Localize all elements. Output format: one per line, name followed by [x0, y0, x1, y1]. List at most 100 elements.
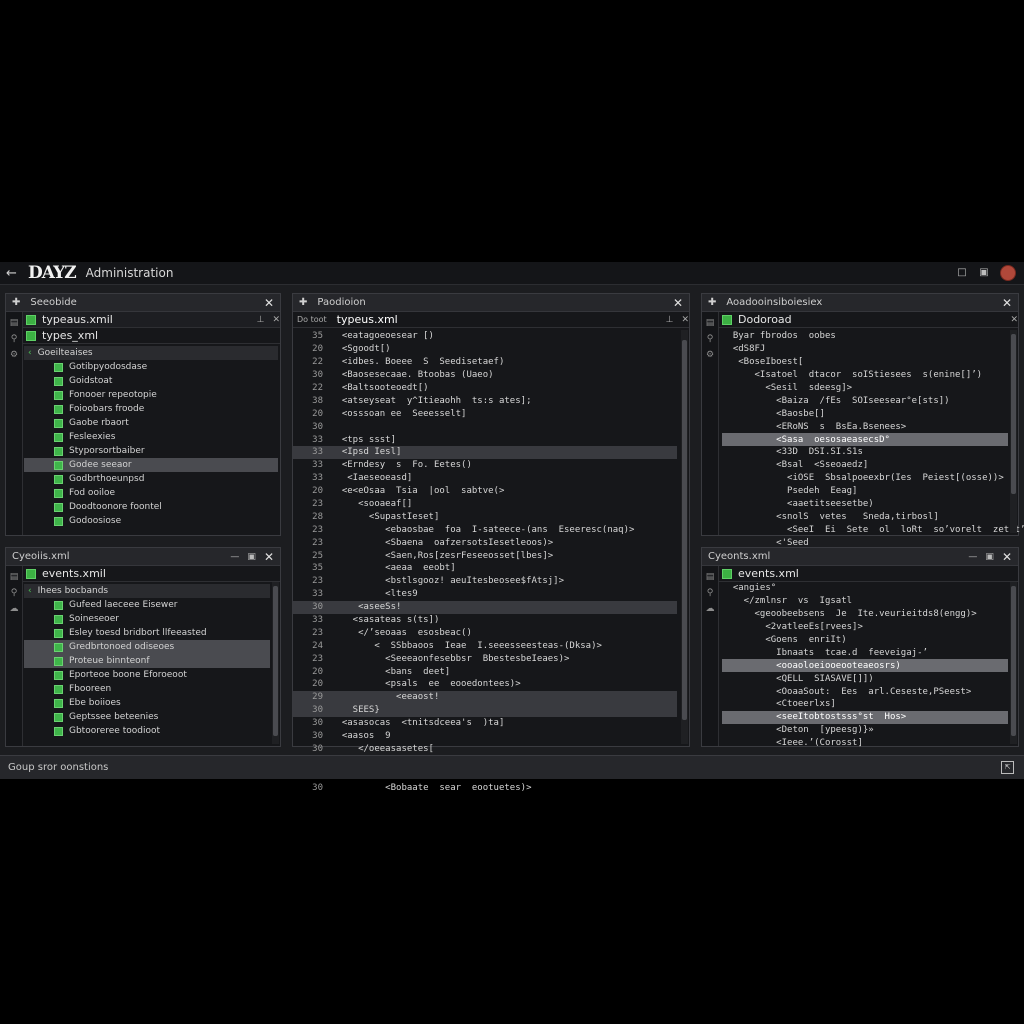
file-tab[interactable]: events.xml	[718, 566, 1018, 582]
tree-item[interactable]: Godbrthoeunpsd	[24, 472, 278, 486]
tree-item[interactable]: Godee seeaor	[24, 458, 278, 472]
tree-item[interactable]: Foioobars froode	[24, 402, 278, 416]
tab-small-label[interactable]: Do toot	[297, 315, 327, 324]
checkbox[interactable]	[54, 614, 63, 624]
close-tab-icon[interactable]: ✕	[1010, 315, 1018, 325]
tree-item[interactable]: Ebe boiioes	[24, 696, 270, 710]
scrollbar-thumb[interactable]	[1011, 334, 1016, 494]
code-line[interactable]: 20 <psals ee eooedontees)>	[293, 678, 677, 691]
file-icon[interactable]: ▤	[702, 572, 718, 582]
code-line[interactable]: 20 <osssoan ee Seeesselt]	[293, 407, 677, 420]
close-icon[interactable]: ✕	[264, 550, 274, 564]
tree-item[interactable]: Fonooer repeotopie	[24, 388, 278, 402]
xml-preview[interactable]: Byar fbrodos oobes <dS8FJ <BoseIboest[ <…	[722, 330, 1024, 562]
checkbox[interactable]	[54, 712, 63, 722]
code-line[interactable]: <dS8FJ	[722, 343, 1008, 356]
checkbox[interactable]	[54, 698, 63, 708]
tree-item[interactable]: Soineseoer	[24, 612, 270, 626]
close-icon[interactable]: ✕	[673, 296, 683, 310]
checkbox[interactable]	[54, 670, 63, 680]
code-line[interactable]: <iOSE Sbsalpoeexbr(Ies Peiest[(osse))>	[722, 472, 1008, 485]
settings-icon[interactable]: ⚙	[6, 350, 22, 360]
add-icon[interactable]: ✚	[299, 297, 307, 308]
scrollbar-thumb[interactable]	[273, 586, 278, 736]
tree-item[interactable]: Fesleexies	[24, 430, 278, 444]
checkbox[interactable]	[54, 628, 63, 638]
code-line[interactable]: <ooaoloeiooeooteaeosrs)	[722, 659, 1008, 673]
checkbox[interactable]	[54, 362, 63, 372]
code-line[interactable]: <Ctoeerlxs]	[722, 698, 1008, 711]
code-line[interactable]: <Sesil sdeesg]>	[722, 382, 1008, 395]
code-line[interactable]: 20 <bans deet]	[293, 665, 677, 678]
tree-item[interactable]: Gaobe rbaort	[24, 416, 278, 430]
tree-group-header[interactable]: ‹ Goeilteaises	[24, 346, 278, 360]
code-line[interactable]: </zmlnsr vs Igsatl	[722, 595, 1008, 608]
minimize-icon[interactable]: —	[968, 552, 977, 562]
code-line[interactable]: 30 SEES}	[293, 703, 677, 717]
code-line[interactable]: <Isatoel dtacor soIStiesees s(enine[]’)	[722, 369, 1008, 382]
code-line[interactable]: <snolS vetes Sneda,tirbosl]	[722, 510, 1008, 523]
tree-item[interactable]: Fbooreen	[24, 682, 270, 696]
code-line[interactable]: <Bsal <Sseoaedz]	[722, 459, 1008, 472]
code-line[interactable]: 23 <Seeeaonfesebbsr BbestesbeIeaes)>	[293, 652, 677, 665]
search-icon[interactable]: ⚲	[6, 334, 22, 344]
checkbox[interactable]	[54, 432, 63, 442]
tree-item[interactable]: Doodtoonore foontel	[24, 500, 278, 514]
tree-item[interactable]: Goidstoat	[24, 374, 278, 388]
code-line[interactable]: <33D DSI.SI.S1s	[722, 446, 1008, 459]
code-line[interactable]: 23 </’seoaas esosbeac()	[293, 626, 677, 639]
settings-icon[interactable]: ⚙	[702, 350, 718, 360]
code-line[interactable]: <Deton [ypeesg)}»	[722, 724, 1008, 737]
scrollbar-thumb[interactable]	[1011, 586, 1016, 736]
close-icon[interactable]: ✕	[1002, 296, 1012, 310]
code-line[interactable]: <ERoNS s BsEa.Bsenees>	[722, 420, 1008, 433]
checkbox[interactable]	[54, 600, 63, 610]
code-line[interactable]: 22 <Baltsooteoedt[)	[293, 382, 677, 395]
cloud-icon[interactable]: ☁	[702, 604, 718, 614]
tree-item[interactable]: Geptssee beteenies	[24, 710, 270, 724]
code-view[interactable]: 35 <eatagoeoesear [) 20 <Sgoodt[) 22 <idbe…	[293, 330, 677, 794]
checkbox[interactable]	[54, 418, 63, 428]
code-line[interactable]: 20 <e<eOsaa Tsia |ool sabtve(>	[293, 485, 677, 498]
code-line[interactable]: 33 <Iaeseoeasd]	[293, 472, 677, 485]
add-icon[interactable]: ✚	[708, 297, 716, 308]
code-line[interactable]: 30 </oeeasasetes[	[293, 743, 677, 756]
code-line[interactable]: <Ieee.’(Corosst]	[722, 737, 1008, 750]
file-icon[interactable]: ▤	[702, 318, 718, 328]
code-line[interactable]: 22 <idbes. Boeee S Seedisetaef)	[293, 356, 677, 369]
search-icon[interactable]: ⚲	[702, 334, 718, 344]
code-line[interactable]: <QELL SIASAVE[]])	[722, 672, 1008, 685]
editor-file-tab[interactable]: typeus.xml	[337, 313, 666, 326]
code-line[interactable]: 33 <Erndesy s Fo. Eetes()	[293, 459, 677, 472]
code-line[interactable]: 33 <ltes9	[293, 588, 677, 601]
code-line[interactable]: 30 <aasos 9	[293, 730, 677, 743]
chevron-down-icon[interactable]: ‹	[28, 348, 32, 358]
window-icon[interactable]: □	[956, 267, 968, 279]
code-line[interactable]: <BoseIboest[	[722, 356, 1008, 369]
back-arrow-icon[interactable]: ←	[6, 266, 20, 281]
xml-preview[interactable]: <angies° </zmlnsr vs Igsatl <geoobeebsen…	[722, 582, 1008, 750]
checkbox[interactable]	[54, 642, 63, 652]
checkbox[interactable]	[54, 376, 63, 386]
code-line[interactable]: 30 <Bobaate sear eootuetes)>	[293, 781, 677, 794]
checkbox[interactable]	[54, 684, 63, 694]
close-tab-icon[interactable]: ✕	[681, 315, 689, 325]
scrollbar[interactable]	[1010, 582, 1017, 744]
code-line[interactable]: 28 <SupastIeset]	[293, 510, 677, 523]
code-line[interactable]: Ibnaats tcae.d feeveigaj-’	[722, 646, 1008, 659]
code-line[interactable]: 35 <aeaa eeobt]	[293, 562, 677, 575]
code-line[interactable]: 24 < SSbbaoos Ieae I.seeesseesteas-(Dksa…	[293, 639, 677, 652]
user-avatar[interactable]	[1000, 265, 1016, 281]
checkbox[interactable]	[54, 502, 63, 512]
code-line[interactable]: 23 <sooaeaf[]	[293, 498, 677, 511]
checkbox[interactable]	[54, 656, 63, 666]
code-line[interactable]: 33 <sasateas s(ts])	[293, 614, 677, 627]
checkbox[interactable]	[54, 460, 63, 470]
code-line[interactable]: 25 <Saen,Ros[zesrFeseeosset[lbes]>	[293, 549, 677, 562]
close-tab-icon[interactable]: ✕	[272, 315, 280, 325]
tree-item[interactable]: Gufeed laeceee Eisewer	[24, 598, 270, 612]
file-tab[interactable]: events.xmil	[22, 566, 280, 582]
code-line[interactable]: <SeeI Ei Sete ol loRt so’vorelt zetst’>	[722, 523, 1024, 536]
tree-item[interactable]: Gbtooreree toodioot	[24, 724, 270, 738]
code-line[interactable]: <geoobeebsens Je Ite.veurieitds8(engg)>	[722, 608, 1008, 621]
